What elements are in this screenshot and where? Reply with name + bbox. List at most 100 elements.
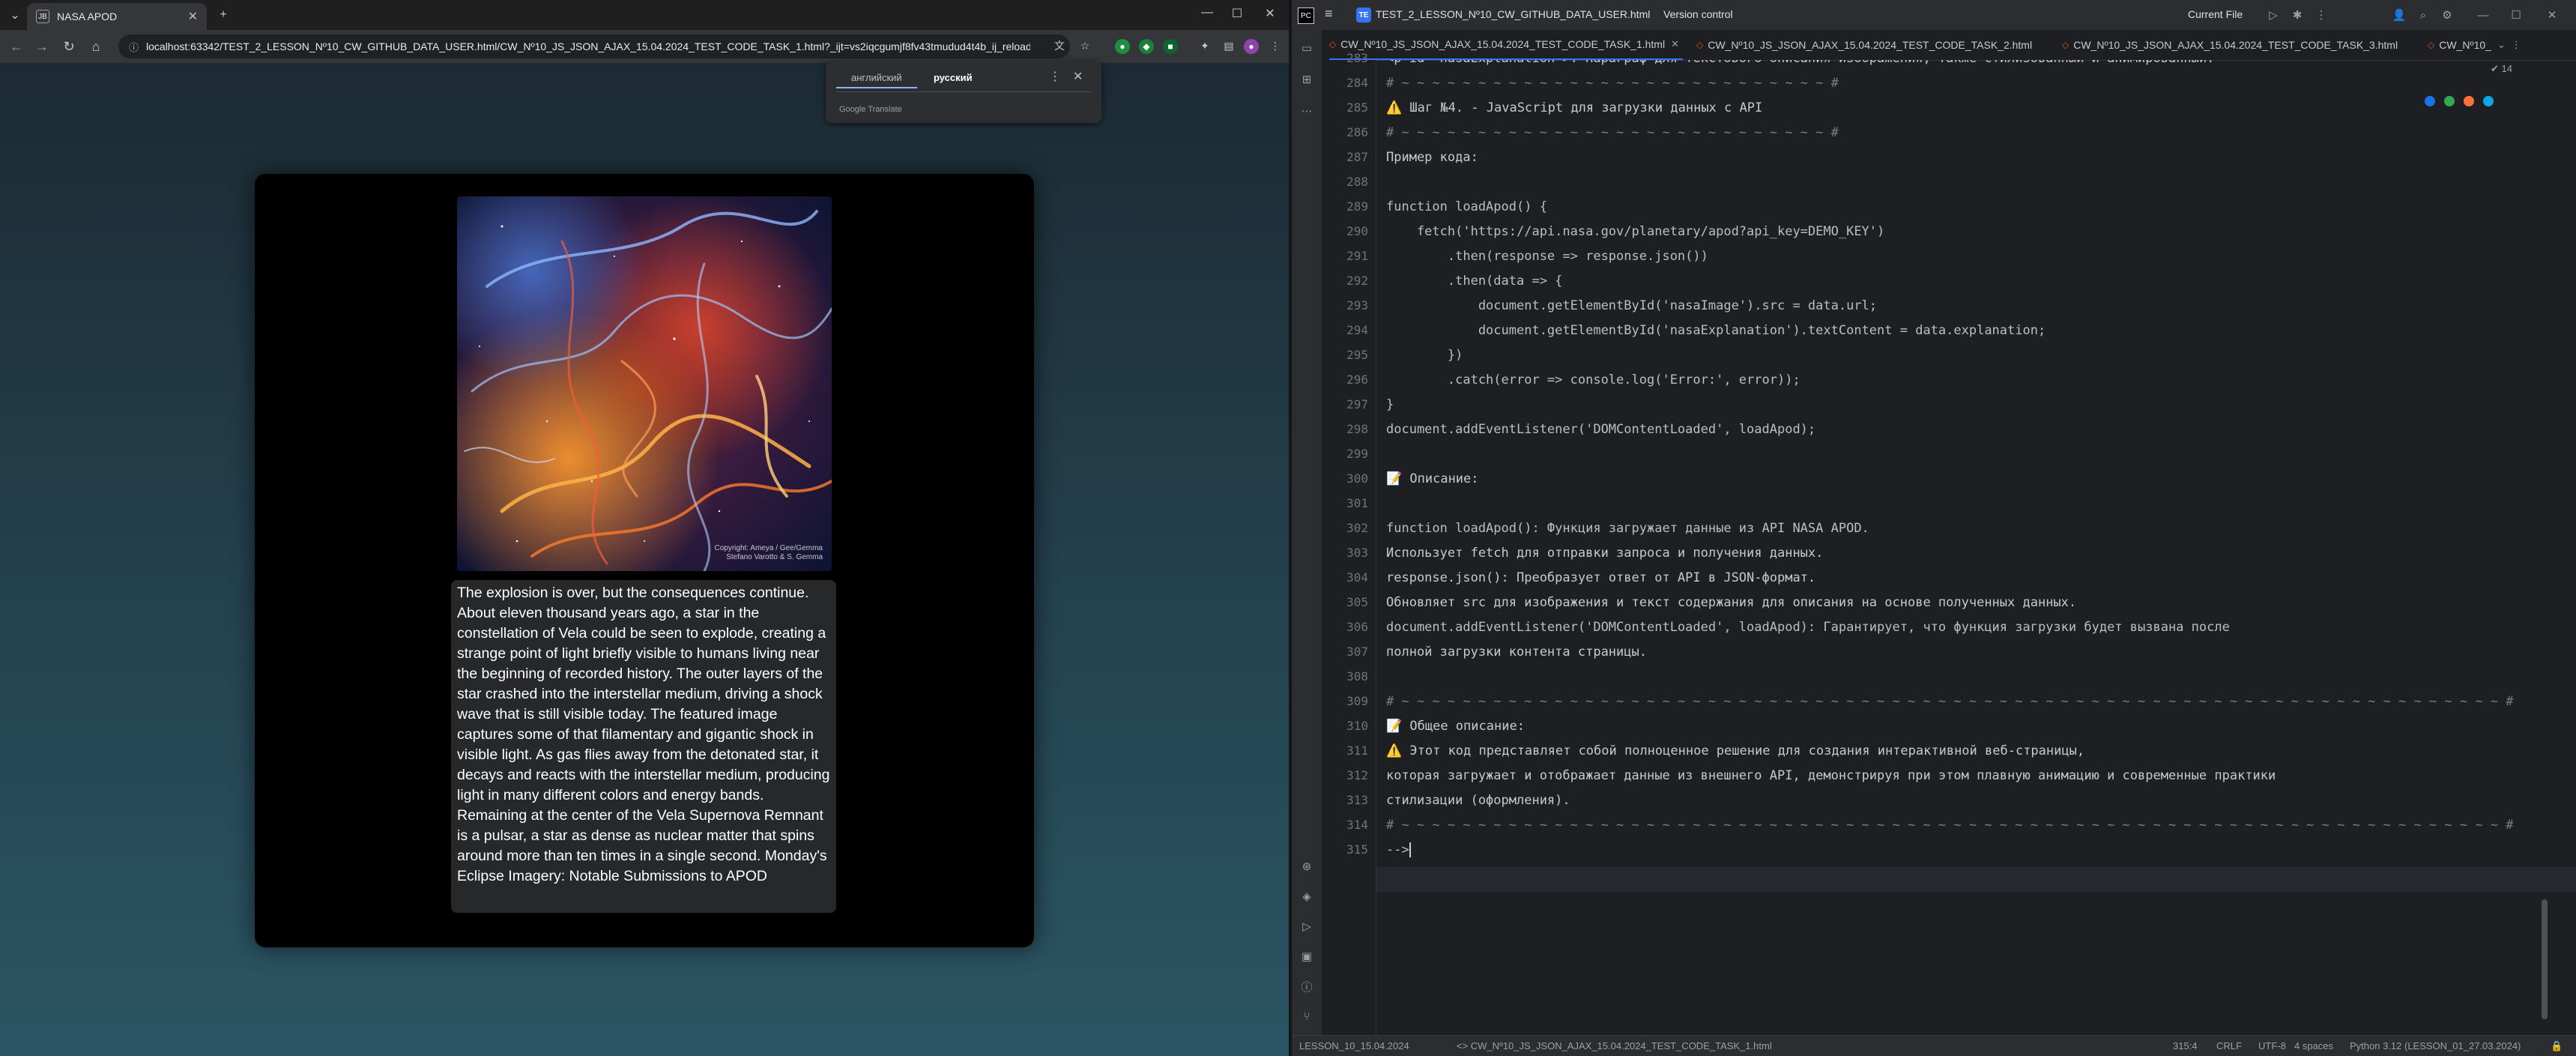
code-line[interactable]: document.getElementById('nasaExplanation… <box>1386 322 2046 339</box>
ide-maximize-icon[interactable]: ☐ <box>2509 7 2524 22</box>
run-icon[interactable]: ▷ <box>2266 7 2281 22</box>
settings-gear-icon[interactable]: ⚙ <box>2440 7 2455 22</box>
line-number[interactable]: 308 <box>1322 669 1368 685</box>
code-line[interactable]: # ~ ~ ~ ~ ~ ~ ~ ~ ~ ~ ~ ~ ~ ~ ~ ~ ~ ~ ~ … <box>1386 124 1839 141</box>
breadcrumb-root[interactable]: LESSON_10_15.04.2024 <box>1299 1040 1409 1052</box>
inspection-widget[interactable]: ✔ 14 <box>2491 63 2512 75</box>
breadcrumb-file[interactable]: <> CW_Nº10_JS_JSON_AJAX_15.04.2024_TEST_… <box>1457 1040 1772 1052</box>
line-number[interactable]: 283 <box>1322 50 1368 67</box>
line-number[interactable]: 300 <box>1322 471 1368 487</box>
code-line[interactable]: response.json(): Преобразует ответ от AP… <box>1386 570 1815 586</box>
line-number[interactable]: 291 <box>1322 248 1368 265</box>
code-line[interactable]: полной загрузки контента страницы. <box>1386 644 1647 660</box>
line-number[interactable]: 288 <box>1322 174 1368 190</box>
reload-icon[interactable]: ↻ <box>58 36 79 57</box>
code-line[interactable]: 📝 Описание: <box>1386 471 1479 487</box>
code-line[interactable]: Обновляет src для изображения и текст со… <box>1386 594 2076 611</box>
line-number[interactable]: 315 <box>1322 842 1368 858</box>
tab-search-icon[interactable]: ⌄ <box>4 4 25 25</box>
line-number[interactable]: 302 <box>1322 520 1368 537</box>
account-icon[interactable]: 👤 <box>2392 7 2407 22</box>
code-line[interactable]: document.addEventListener('DOMContentLoa… <box>1386 421 1815 438</box>
code-line[interactable]: ⚠️ Этот код представляет собой полноценн… <box>1386 743 2084 759</box>
notifications-icon[interactable]: 🔒 <box>2551 1040 2563 1052</box>
translate-source-language-tab[interactable]: английский <box>851 72 902 83</box>
line-number[interactable]: 287 <box>1322 149 1368 166</box>
code-line[interactable]: стилизации (оформления). <box>1386 792 1570 809</box>
extension-vpn-icon[interactable]: ◆ <box>1139 39 1154 54</box>
code-line[interactable]: .catch(error => console.log('Error:', er… <box>1386 372 1801 388</box>
home-icon[interactable]: ⌂ <box>85 36 106 57</box>
python-interpreter[interactable]: Python 3.12 (LESSON_01_27.03.2024) <box>2350 1040 2521 1052</box>
code-line[interactable]: .then(data => { <box>1386 273 1563 289</box>
code-line[interactable]: которая загружает и отображает данные из… <box>1386 767 2276 784</box>
line-number[interactable]: 294 <box>1322 322 1368 339</box>
preview-edge-icon[interactable] <box>2483 96 2494 106</box>
maximize-icon[interactable]: ☐ <box>1226 6 1248 21</box>
indent-setting[interactable]: 4 spaces <box>2294 1040 2333 1052</box>
line-separator[interactable]: CRLF <box>2216 1040 2242 1052</box>
bookmark-star-icon[interactable]: ☆ <box>1077 38 1092 53</box>
more-tools-icon[interactable]: ⋯ <box>1299 103 1314 118</box>
browser-menu-icon[interactable]: ⋮ <box>1268 38 1283 53</box>
forward-icon[interactable]: → <box>31 36 52 57</box>
preview-pycharm-icon[interactable] <box>2425 96 2435 106</box>
line-number[interactable]: 303 <box>1322 545 1368 561</box>
line-number[interactable]: 305 <box>1322 594 1368 611</box>
line-number[interactable]: 292 <box>1322 273 1368 289</box>
translate-options-icon[interactable]: ⋮ <box>1049 69 1061 84</box>
code-line[interactable]: <p id="nasaExplanation">: Параграф для т… <box>1386 60 2214 67</box>
main-menu-icon[interactable]: ≡ <box>1325 6 1333 22</box>
editor-scrollbar[interactable] <box>2542 899 2548 1019</box>
code-line[interactable]: ⚠️ Шаг №4. - JavaScript для загрузки дан… <box>1386 100 1762 116</box>
preview-chrome-icon[interactable] <box>2444 96 2455 106</box>
minimize-icon[interactable]: — <box>1196 6 1218 19</box>
code-line[interactable]: Использует fetch для отправки запроса и … <box>1386 545 1823 561</box>
line-number[interactable]: 286 <box>1322 124 1368 141</box>
caret-position[interactable]: 315:4 <box>2173 1040 2198 1052</box>
preview-firefox-icon[interactable] <box>2464 96 2474 106</box>
line-number[interactable]: 306 <box>1322 619 1368 636</box>
services-run-icon[interactable]: ▷ <box>1299 919 1314 934</box>
line-number[interactable]: 312 <box>1322 767 1368 784</box>
downloads-icon[interactable]: ▤ <box>1221 38 1236 53</box>
project-badge[interactable]: TE <box>1356 7 1371 22</box>
line-number[interactable]: 304 <box>1322 570 1368 586</box>
more-actions-icon[interactable]: ⋮ <box>2314 7 2329 22</box>
editor-tab-task-3[interactable]: ◇ CW_Nº10_JS_JSON_AJAX_15.04.2024_TEST_C… <box>2062 30 2398 60</box>
translate-close-icon[interactable]: ✕ <box>1073 69 1083 84</box>
line-number[interactable]: 296 <box>1322 372 1368 388</box>
line-number[interactable]: 313 <box>1322 792 1368 809</box>
structure-icon[interactable]: ⊞ <box>1299 72 1314 87</box>
code-line[interactable]: function loadApod() { <box>1386 199 1547 215</box>
code-line[interactable]: --> <box>1386 842 1409 858</box>
code-line[interactable]: Пример кода: <box>1386 149 1478 166</box>
search-everywhere-icon[interactable]: ⌕ <box>2416 7 2431 22</box>
line-number[interactable]: 285 <box>1322 100 1368 116</box>
project-folder-icon[interactable]: ▭ <box>1299 40 1314 55</box>
line-number[interactable]: 298 <box>1322 421 1368 438</box>
debug-icon[interactable]: ✱ <box>2290 7 2305 22</box>
code-line[interactable]: # ~ ~ ~ ~ ~ ~ ~ ~ ~ ~ ~ ~ ~ ~ ~ ~ ~ ~ ~ … <box>1386 817 2514 833</box>
code-editor[interactable]: <p id="nasaExplanation">: Параграф для т… <box>1386 60 2533 1035</box>
version-control-menu[interactable]: Version control <box>1663 8 1733 20</box>
address-bar[interactable]: ⓘ localhost:63342/TEST_2_LESSON_Nº10_CW_… <box>118 34 1070 58</box>
problems-icon[interactable]: ⓘ <box>1299 979 1314 994</box>
code-line[interactable]: document.addEventListener('DOMContentLoa… <box>1386 619 2230 636</box>
line-number[interactable]: 301 <box>1322 495 1368 512</box>
code-line[interactable]: # ~ ~ ~ ~ ~ ~ ~ ~ ~ ~ ~ ~ ~ ~ ~ ~ ~ ~ ~ … <box>1386 693 2514 710</box>
editor-tab-task-2[interactable]: ◇ CW_Nº10_JS_JSON_AJAX_15.04.2024_TEST_C… <box>1696 30 2032 60</box>
extension-shield-icon[interactable]: ■ <box>1163 39 1178 54</box>
extension-green-icon[interactable]: ● <box>1115 39 1130 54</box>
extensions-puzzle-icon[interactable]: ✦ <box>1197 38 1212 53</box>
line-number[interactable]: 314 <box>1322 817 1368 833</box>
close-window-icon[interactable]: ✕ <box>1259 6 1281 21</box>
line-number[interactable]: 290 <box>1322 223 1368 240</box>
code-line[interactable]: document.getElementById('nasaImage').src… <box>1386 298 1877 314</box>
editor-tab-task-1[interactable]: ◇ CW_Nº10_JS_JSON_AJAX_15.04.2024_TEST_C… <box>1329 30 1683 60</box>
line-number[interactable]: 297 <box>1322 396 1368 413</box>
browser-tab-active[interactable]: JB NASA APOD ✕ <box>27 3 207 30</box>
tab-list-chevron-icon[interactable]: ⌄ <box>2497 39 2506 51</box>
site-info-icon[interactable]: ⓘ <box>129 40 139 54</box>
line-number[interactable]: 307 <box>1322 644 1368 660</box>
